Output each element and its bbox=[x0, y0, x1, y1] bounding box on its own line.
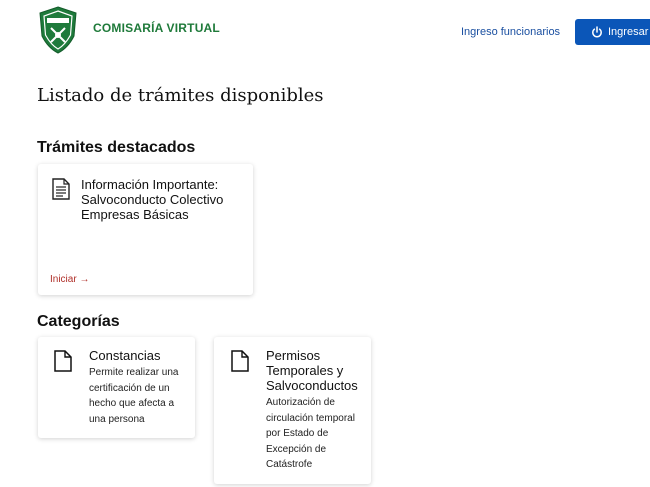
featured-heading: Trámites destacados bbox=[37, 139, 196, 156]
file-icon bbox=[231, 350, 249, 377]
categories-heading: Categorías bbox=[37, 313, 120, 330]
featured-card-title: Información Importante: Salvoconducto Co… bbox=[81, 177, 224, 222]
featured-card[interactable]: Información Importante: Salvoconducto Co… bbox=[38, 164, 253, 295]
category-title: Permisos Temporales y Salvoconductos bbox=[266, 348, 358, 393]
category-description: Permite realizar una certificación de un… bbox=[89, 367, 179, 425]
login-button-label: Ingresar c bbox=[608, 26, 650, 38]
file-icon bbox=[54, 350, 72, 377]
category-title: Constancias bbox=[89, 348, 161, 363]
category-card-permisos[interactable]: Permisos Temporales y Salvoconductos Aut… bbox=[214, 337, 371, 484]
category-card-constancias[interactable]: Constancias Permite realizar una certifi… bbox=[38, 337, 195, 438]
login-button[interactable]: Ingresar c bbox=[575, 19, 650, 45]
brand-name[interactable]: COMISARÍA VIRTUAL bbox=[93, 21, 220, 35]
staff-login-link[interactable]: Ingreso funcionarios bbox=[461, 26, 560, 38]
power-icon bbox=[591, 26, 603, 38]
document-icon bbox=[52, 178, 70, 205]
category-description: Autorización de circulación temporal por… bbox=[266, 397, 355, 470]
start-link[interactable]: Iniciar → bbox=[50, 274, 89, 285]
header: COMISARÍA VIRTUAL Ingreso funcionarios I… bbox=[0, 0, 650, 62]
carabineros-crest-icon[interactable] bbox=[38, 6, 78, 54]
page-title: Listado de trámites disponibles bbox=[37, 85, 324, 106]
